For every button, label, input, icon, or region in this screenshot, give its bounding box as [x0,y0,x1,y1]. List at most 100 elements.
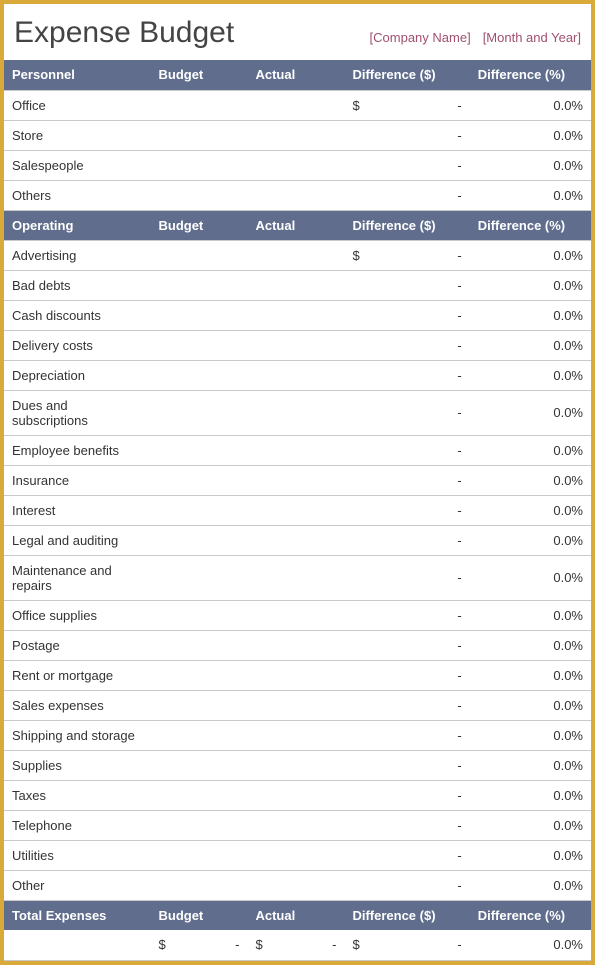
table-row: Maintenance and repairs-0.0% [4,555,591,600]
row-label: Office supplies [4,600,150,630]
total-budget: $- [150,930,247,960]
cell-budget[interactable] [150,270,247,300]
cell-diff-dollar: - [344,600,469,630]
cell-budget[interactable] [150,330,247,360]
diff-value: - [457,98,461,113]
cell-budget[interactable] [150,435,247,465]
total-label: Total Expenses [4,900,150,930]
cell-budget[interactable] [150,120,247,150]
cell-actual[interactable] [247,810,344,840]
table-row: Advertising$-0.0% [4,240,591,270]
cell-budget[interactable] [150,495,247,525]
diff-value: - [457,878,461,893]
cell-actual[interactable] [247,150,344,180]
cell-actual[interactable] [247,660,344,690]
row-label: Supplies [4,750,150,780]
budget-table: PersonnelBudgetActualDifference ($)Diffe… [4,60,591,961]
cell-actual[interactable] [247,435,344,465]
cell-diff-dollar: - [344,840,469,870]
table-row: Taxes-0.0% [4,780,591,810]
cell-budget[interactable] [150,360,247,390]
cell-actual[interactable] [247,690,344,720]
col-budget: Budget [150,210,247,240]
diff-value: - [457,698,461,713]
table-row: Supplies-0.0% [4,750,591,780]
diff-value: - [457,503,461,518]
cell-budget[interactable] [150,180,247,210]
cell-actual[interactable] [247,240,344,270]
cell-diff-dollar: - [344,390,469,435]
cell-diff-pct: 0.0% [470,690,591,720]
cell-actual[interactable] [247,120,344,150]
cell-actual[interactable] [247,390,344,435]
cell-budget[interactable] [150,660,247,690]
cell-actual[interactable] [247,780,344,810]
cell-diff-dollar: - [344,150,469,180]
row-label: Depreciation [4,360,150,390]
cell-budget[interactable] [150,870,247,900]
cell-budget[interactable] [150,465,247,495]
cell-actual[interactable] [247,330,344,360]
cell-diff-dollar: $- [344,240,469,270]
cell-budget[interactable] [150,525,247,555]
diff-value: - [457,405,461,420]
cell-budget[interactable] [150,240,247,270]
col-actual: Actual [247,60,344,90]
cell-actual[interactable] [247,180,344,210]
diff-value: - [457,368,461,383]
cell-actual[interactable] [247,840,344,870]
cell-diff-pct: 0.0% [470,120,591,150]
total-diff-dollar: $- [344,930,469,960]
cell-actual[interactable] [247,360,344,390]
cell-actual[interactable] [247,495,344,525]
cell-actual[interactable] [247,555,344,600]
company-name-placeholder[interactable]: [Company Name] [370,30,471,45]
cell-budget[interactable] [150,750,247,780]
cell-actual[interactable] [247,870,344,900]
cell-actual[interactable] [247,600,344,630]
cell-budget[interactable] [150,300,247,330]
row-label: Sales expenses [4,690,150,720]
table-row: Bad debts-0.0% [4,270,591,300]
section-name: Personnel [4,60,150,90]
diff-value: - [457,788,461,803]
diff-value: - [457,848,461,863]
diff-value: - [457,128,461,143]
cell-diff-pct: 0.0% [470,660,591,690]
cell-actual[interactable] [247,720,344,750]
cell-diff-dollar: - [344,870,469,900]
month-year-placeholder[interactable]: [Month and Year] [483,30,581,45]
cell-actual[interactable] [247,90,344,120]
cell-budget[interactable] [150,600,247,630]
cell-diff-dollar: - [344,690,469,720]
cell-actual[interactable] [247,465,344,495]
cell-budget[interactable] [150,90,247,120]
diff-value: - [457,728,461,743]
cell-actual[interactable] [247,750,344,780]
cell-budget[interactable] [150,780,247,810]
cell-actual[interactable] [247,525,344,555]
cell-budget[interactable] [150,390,247,435]
row-label: Employee benefits [4,435,150,465]
currency-symbol: $ [352,98,359,113]
cell-budget[interactable] [150,720,247,750]
cell-budget[interactable] [150,555,247,600]
cell-budget[interactable] [150,840,247,870]
cell-diff-pct: 0.0% [470,360,591,390]
cell-budget[interactable] [150,810,247,840]
cell-diff-pct: 0.0% [470,525,591,555]
cell-budget[interactable] [150,150,247,180]
diff-value: - [457,308,461,323]
diff-value: - [457,473,461,488]
cell-budget[interactable] [150,630,247,660]
cell-actual[interactable] [247,270,344,300]
table-row: Delivery costs-0.0% [4,330,591,360]
row-label: Salespeople [4,150,150,180]
cell-actual[interactable] [247,300,344,330]
cell-diff-pct: 0.0% [470,750,591,780]
cell-diff-dollar: - [344,555,469,600]
cell-diff-pct: 0.0% [470,390,591,435]
cell-diff-pct: 0.0% [470,300,591,330]
cell-budget[interactable] [150,690,247,720]
cell-actual[interactable] [247,630,344,660]
